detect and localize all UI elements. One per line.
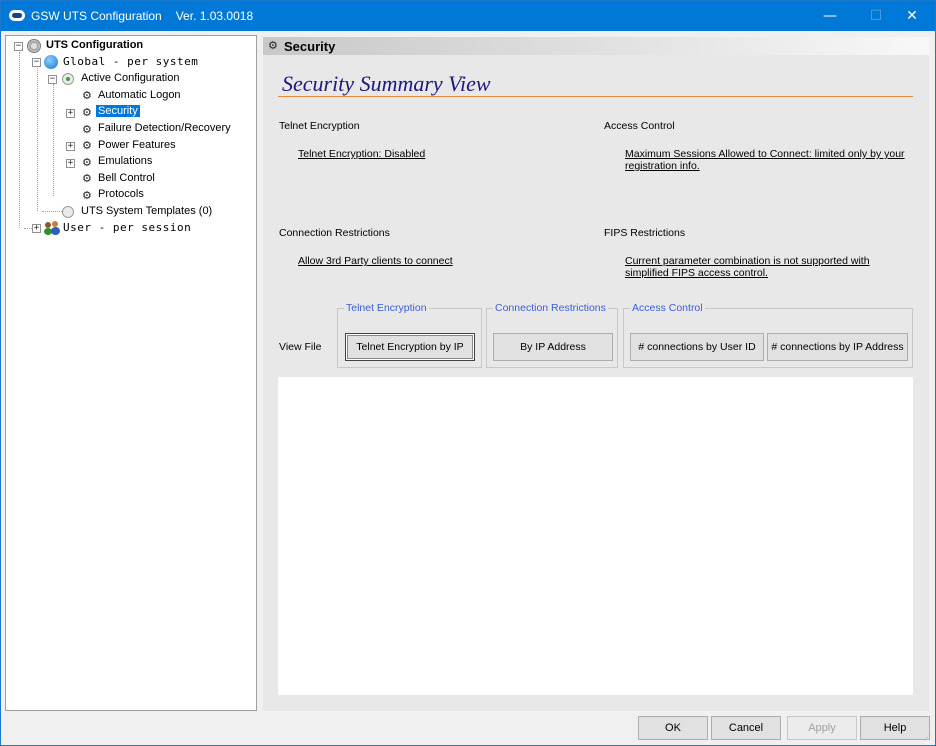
access-control-link[interactable]: Maximum Sessions Allowed to Connect: lim… [625, 148, 905, 172]
resize-grip-icon[interactable]: ⋰ [923, 733, 933, 743]
globe-icon [44, 55, 58, 69]
summary-title: Security Summary View [282, 71, 491, 96]
title-bar[interactable]: GSW UTS Configuration Ver. 1.03.0018 — ☐ … [1, 1, 935, 31]
section-header: ⚙ Security [263, 37, 929, 55]
telnet-encryption-group: Telnet Encryption Telnet Encryption by I… [337, 302, 482, 368]
active-radio-icon [62, 73, 74, 85]
tree-item-automatic-logon[interactable]: Automatic Logon [98, 89, 181, 101]
file-view-area[interactable] [278, 377, 913, 695]
gear-icon: ⚙ [82, 106, 92, 119]
tree-item-failure-detection[interactable]: Failure Detection/Recovery [98, 122, 231, 134]
expand-toggle[interactable]: + [32, 224, 41, 233]
connection-restrictions-label: Connection Restrictions [279, 227, 390, 239]
app-name: GSW UTS Configuration [31, 9, 162, 23]
tree-line [53, 84, 54, 196]
connection-restrictions-legend: Connection Restrictions [493, 302, 608, 314]
tree-line [42, 211, 62, 212]
close-button[interactable]: ✕ [889, 1, 935, 31]
tree-item-active-configuration[interactable]: Active Configuration [81, 72, 179, 84]
tree-item-uts-configuration[interactable]: UTS Configuration [46, 39, 143, 51]
telnet-encryption-link[interactable]: Telnet Encryption: Disabled [298, 148, 425, 160]
fips-restrictions-link[interactable]: Current parameter combination is not sup… [625, 255, 910, 279]
view-file-label: View File [279, 341, 322, 353]
expand-toggle[interactable]: + [66, 159, 75, 168]
app-logo-icon [9, 10, 25, 21]
uts-config-icon [27, 39, 41, 53]
gear-icon: ⚙ [268, 39, 278, 52]
section-title: Security [284, 39, 336, 54]
telnet-encryption-by-ip-button[interactable]: Telnet Encryption by IP [345, 333, 475, 361]
gear-icon: ⚙ [82, 156, 92, 169]
telnet-encryption-label: Telnet Encryption [279, 120, 360, 132]
gear-icon: ⚙ [82, 139, 92, 152]
tree-item-protocols[interactable]: Protocols [98, 188, 144, 200]
access-control-legend: Access Control [630, 302, 705, 314]
help-button[interactable]: Help [860, 716, 930, 740]
title-divider [278, 96, 913, 97]
tree-item-bell-control[interactable]: Bell Control [98, 172, 155, 184]
expand-toggle[interactable]: + [66, 109, 75, 118]
tree-item-global[interactable]: Global - per system [63, 55, 198, 68]
connection-restrictions-link[interactable]: Allow 3rd Party clients to connect [298, 255, 453, 267]
gear-icon: ⚙ [82, 172, 92, 185]
tree-line [37, 66, 38, 211]
by-ip-address-button[interactable]: By IP Address [493, 333, 613, 361]
content-panel: ⚙ Security Security Summary View Telnet … [263, 37, 929, 711]
connection-restrictions-group: Connection Restrictions By IP Address [486, 302, 618, 368]
gear-icon: ⚙ [82, 123, 92, 136]
config-tree[interactable]: − UTS Configuration − Global - per syste… [5, 35, 257, 711]
collapse-toggle[interactable]: − [14, 42, 23, 51]
minimize-button[interactable]: — [807, 1, 853, 31]
cancel-button[interactable]: Cancel [711, 716, 781, 740]
tree-item-emulations[interactable]: Emulations [98, 155, 152, 167]
connections-by-user-id-button[interactable]: # connections by User ID [630, 333, 764, 361]
ok-button[interactable]: OK [638, 716, 708, 740]
main-window: GSW UTS Configuration Ver. 1.03.0018 — ☐ … [0, 0, 936, 746]
access-control-label: Access Control [604, 120, 675, 132]
tree-item-user[interactable]: User - per session [63, 221, 191, 234]
template-radio-icon [62, 206, 74, 218]
gear-icon: ⚙ [82, 89, 92, 102]
collapse-toggle[interactable]: − [32, 58, 41, 67]
collapse-toggle[interactable]: − [48, 75, 57, 84]
gear-icon: ⚙ [82, 189, 92, 202]
fips-restrictions-label: FIPS Restrictions [604, 227, 686, 239]
telnet-encryption-legend: Telnet Encryption [344, 302, 429, 314]
tree-item-power-features[interactable]: Power Features [98, 139, 176, 151]
app-version: Ver. 1.03.0018 [175, 9, 254, 23]
window-title: GSW UTS Configuration Ver. 1.03.0018 [31, 9, 253, 23]
access-control-group: Access Control # connections by User ID … [623, 302, 913, 368]
tree-item-system-templates[interactable]: UTS System Templates (0) [81, 205, 212, 217]
expand-toggle[interactable]: + [66, 142, 75, 151]
connections-by-ip-address-button[interactable]: # connections by IP Address [767, 333, 908, 361]
tree-line [19, 52, 20, 228]
users-icon [44, 221, 60, 235]
apply-button[interactable]: Apply [787, 716, 857, 740]
tree-item-security[interactable]: Security [96, 105, 140, 117]
